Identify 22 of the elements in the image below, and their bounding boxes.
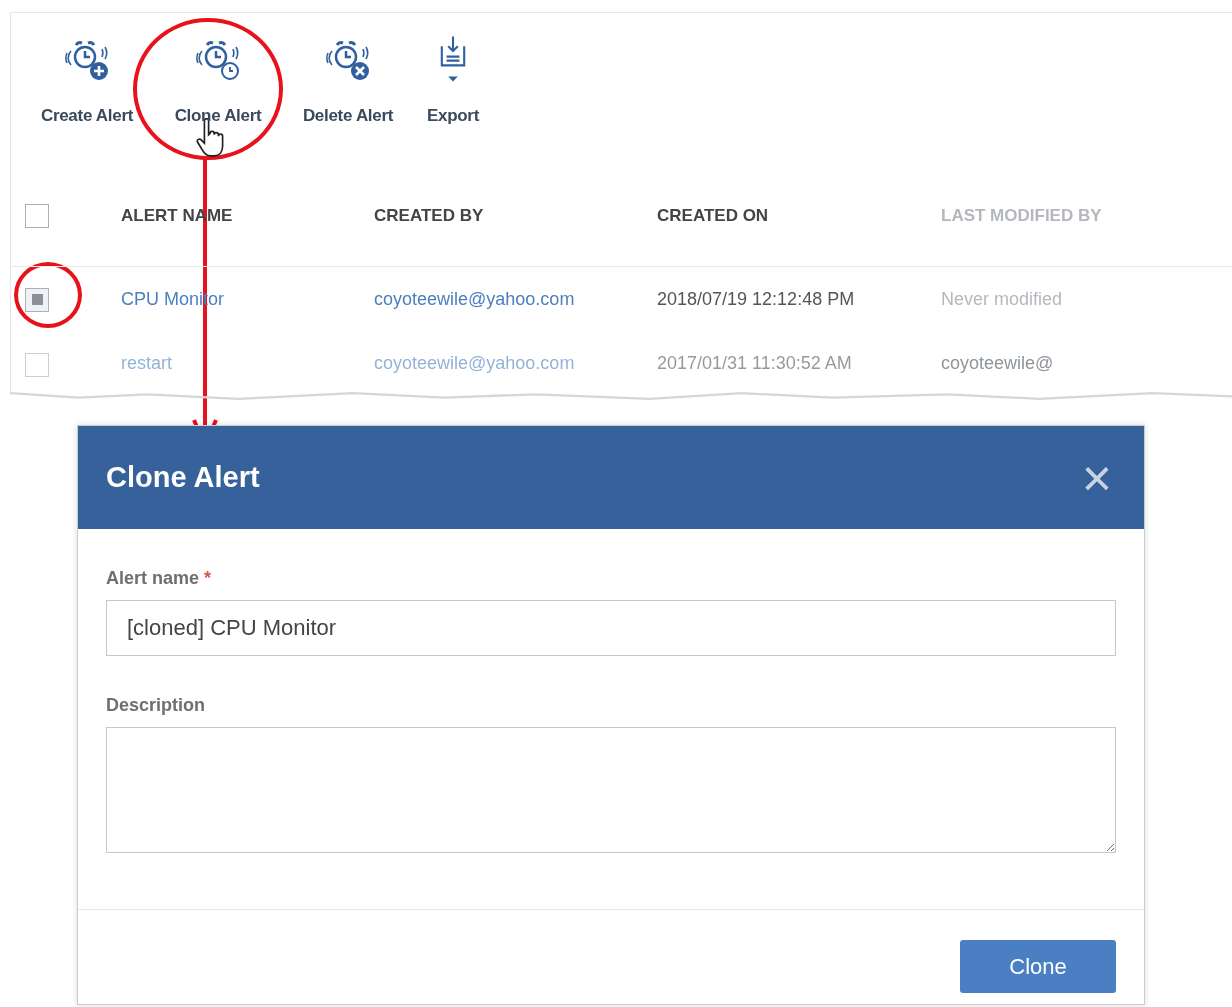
annotation-circle [14, 262, 82, 328]
email-link[interactable]: coyoteewile@yahoo.com [374, 289, 575, 309]
checkbox[interactable] [25, 287, 49, 312]
table-cell: coyoteewile@ [941, 352, 1054, 373]
checkbox[interactable] [25, 204, 49, 228]
field-label: Alert name * [106, 567, 213, 590]
clone-button[interactable]: Clone [960, 940, 1116, 993]
column-header[interactable]: CREATED ON [657, 203, 941, 229]
close-button[interactable]: × [1077, 451, 1116, 504]
dialog-title: Clone Alert [106, 460, 260, 495]
table-cell: 2017/01/31 11:30:52 AM [657, 352, 852, 373]
toolbar-button[interactable]: Clone Alert [153, 35, 283, 129]
table-cell: Never modified [941, 289, 1063, 309]
checkbox[interactable] [25, 352, 49, 377]
field-label: Description [106, 694, 207, 717]
toolbar-button[interactable]: Create Alert [21, 35, 153, 129]
toolbar-button[interactable]: Delete Alert [283, 35, 413, 129]
input-field[interactable]: [cloned] CPU Monitor [106, 600, 1116, 656]
textarea-field[interactable] [106, 727, 1116, 853]
table-cell: 2018/07/19 12:12:48 PM [657, 289, 855, 309]
toolbar-button[interactable]: Export [413, 35, 493, 129]
column-header[interactable]: CREATED BY [374, 203, 657, 229]
